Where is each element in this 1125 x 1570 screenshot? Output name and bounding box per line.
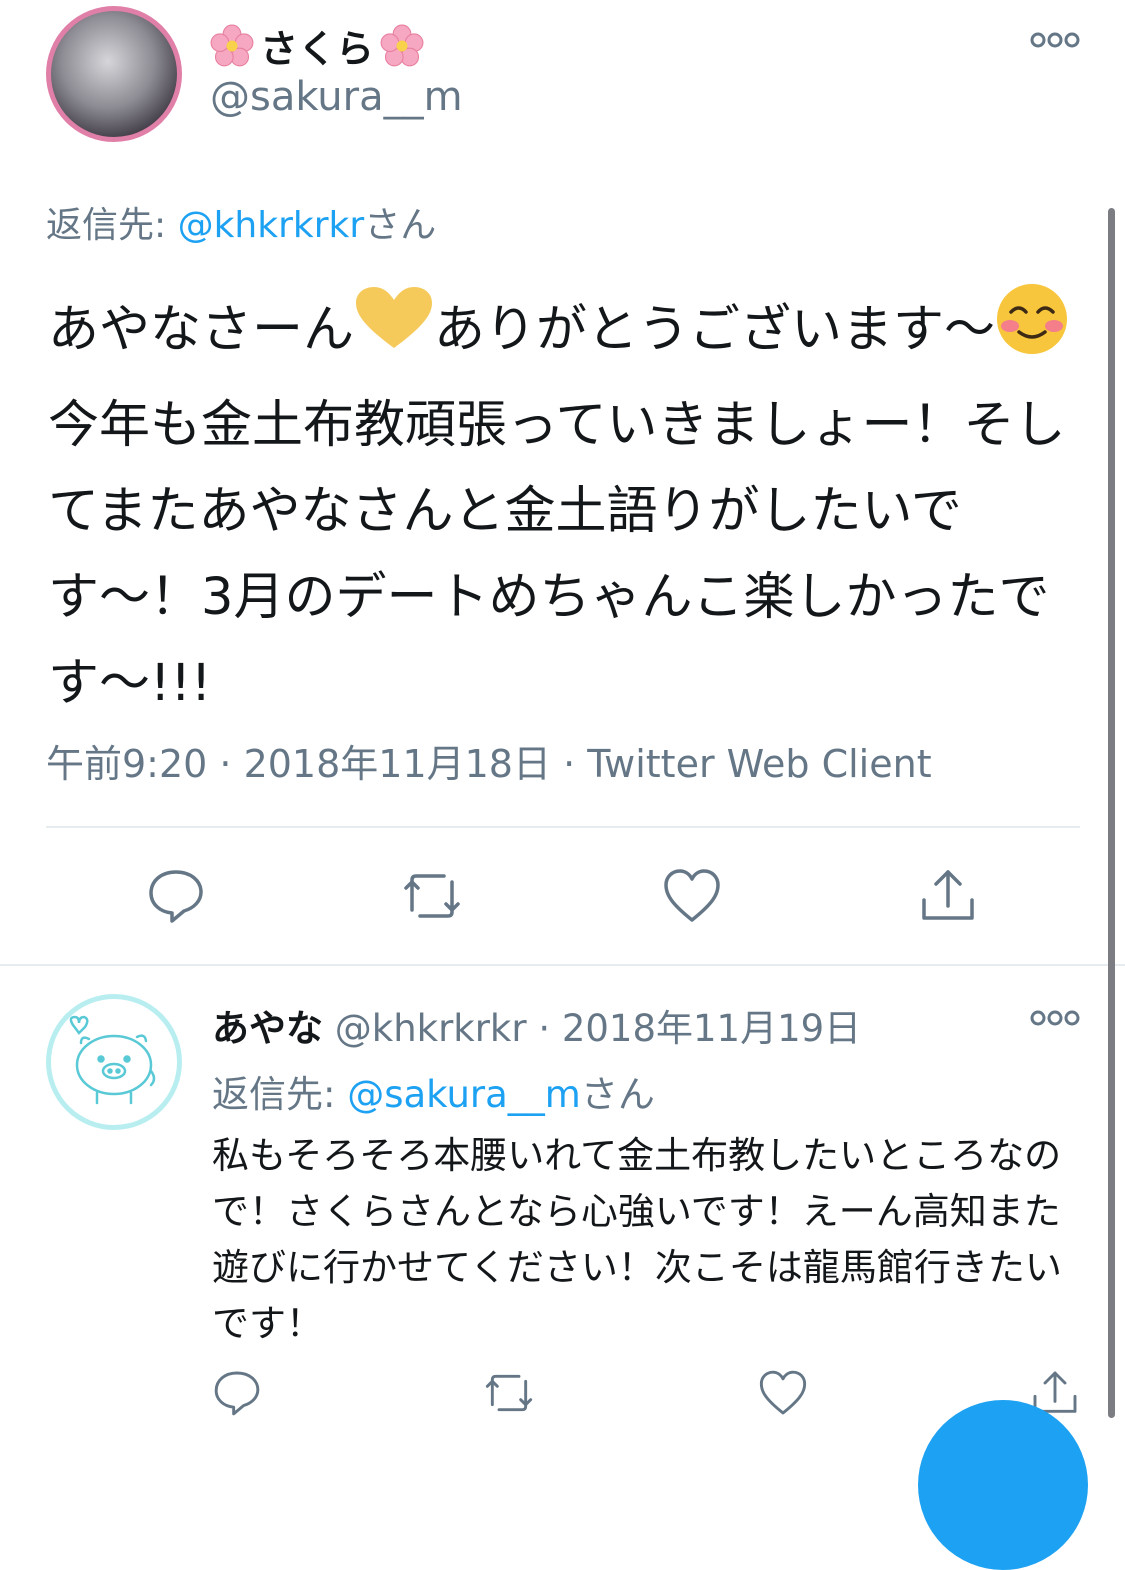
- reply-icon[interactable]: [212, 1368, 262, 1418]
- tweet-text-part: 今年も金土布教頑張っていきましょー！そしてまたあやなさんと金土語りがしたいです〜…: [48, 396, 1066, 713]
- tweet-text: あやなさーん ありがとうございます〜 今年も金土布教頑張っていきましょー！そして…: [48, 282, 1088, 727]
- like-icon[interactable]: [758, 1368, 808, 1418]
- more-options-icon[interactable]: [1030, 26, 1080, 54]
- divider: [0, 964, 1125, 966]
- like-icon[interactable]: [662, 866, 722, 926]
- reply-text: 私もそろそろ本腰いれて金土布教したいところなので！さくらさんとなら心強いです！え…: [212, 1134, 1062, 1345]
- reply-to-line: 返信先: @khkrkrkrさん: [46, 196, 436, 248]
- reply-to-prefix: 返信先:: [212, 1073, 348, 1116]
- cherry-blossom-icon: [210, 24, 254, 68]
- cherry-blossom-icon: [380, 24, 424, 68]
- smiling-face-with-blush-icon: [995, 282, 1069, 383]
- tweet-text-part: ありがとうございます〜: [434, 300, 996, 360]
- compose-button[interactable]: [918, 1400, 1088, 1570]
- reply-header: あやな @khkrkrkr · 2018年11月19日: [212, 998, 861, 1052]
- user-handle[interactable]: @sakura__m: [210, 74, 463, 120]
- tweet-timestamp[interactable]: 午前9:20 · 2018年11月18日 · Twitter Web Clien…: [46, 733, 932, 788]
- divider: [46, 826, 1080, 828]
- reply-handle[interactable]: @khkrkrkr: [335, 1007, 527, 1050]
- reply-to-suffix: さん: [580, 1073, 655, 1116]
- reply-to-suffix: さん: [364, 205, 437, 246]
- share-icon[interactable]: [918, 866, 978, 926]
- reply-display-name[interactable]: あやな: [212, 1007, 323, 1050]
- display-name[interactable]: さくら: [210, 18, 424, 73]
- avatar-sakura[interactable]: [46, 6, 182, 142]
- display-name-text: さくら: [260, 27, 375, 71]
- yellow-heart-icon: [354, 286, 434, 379]
- retweet-icon[interactable]: [402, 866, 462, 926]
- reply-icon[interactable]: [146, 866, 206, 926]
- reply-to-mention[interactable]: @khkrkrkr: [178, 205, 365, 246]
- scrollbar[interactable]: [1108, 208, 1115, 1418]
- reply-to-line: 返信先: @sakura__mさん: [212, 1064, 655, 1118]
- reply-to-mention[interactable]: @sakura__m: [347, 1073, 581, 1116]
- avatar-ayana[interactable]: [46, 994, 182, 1130]
- reply-date[interactable]: · 2018年11月19日: [538, 1007, 861, 1050]
- retweet-icon[interactable]: [484, 1368, 534, 1418]
- more-options-icon[interactable]: [1030, 1006, 1080, 1034]
- reply-to-prefix: 返信先:: [46, 205, 178, 246]
- tweet-text-part: あやなさーん: [48, 300, 355, 360]
